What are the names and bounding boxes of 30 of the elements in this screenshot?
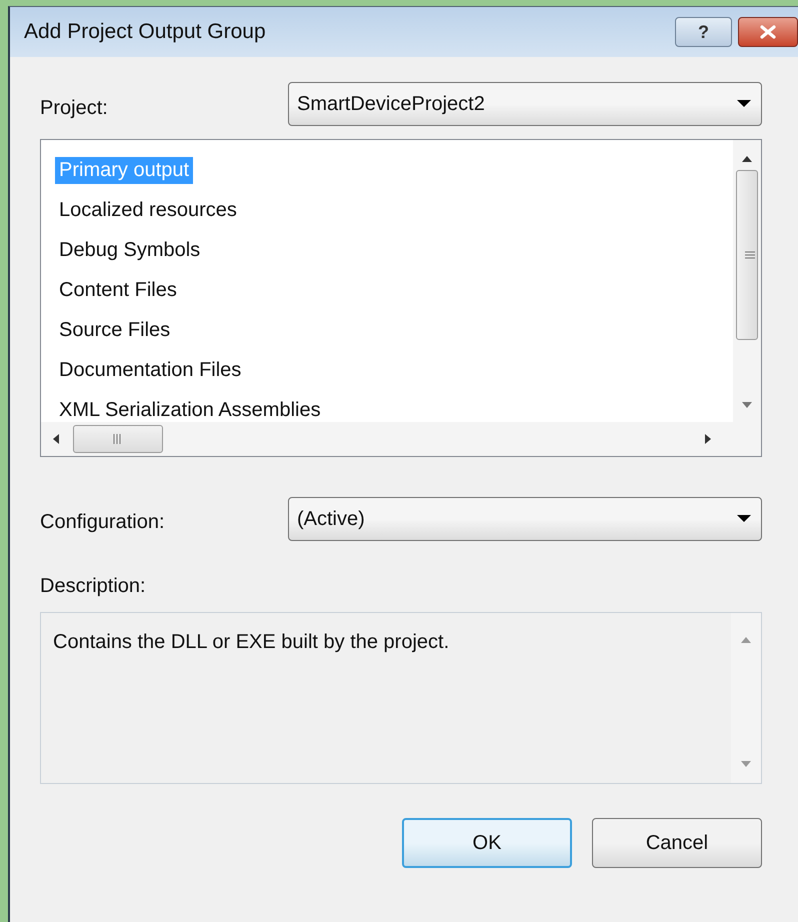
scroll-down-icon (741, 761, 751, 767)
close-button[interactable] (738, 17, 798, 47)
scroll-thumb[interactable] (73, 425, 163, 453)
list-item[interactable]: Debug Symbols (55, 236, 204, 264)
help-button[interactable]: ? (675, 17, 732, 47)
window-title: Add Project Output Group (24, 20, 266, 44)
close-icon (759, 25, 777, 39)
scroll-up-icon (742, 156, 752, 162)
dropdown-arrow-icon (737, 100, 751, 108)
ok-button[interactable]: OK (402, 818, 572, 868)
project-label: Project: (40, 96, 109, 120)
project-dropdown[interactable]: SmartDeviceProject2 (288, 82, 762, 126)
list-item[interactable]: Content Files (55, 276, 181, 304)
scroll-right-icon (705, 434, 711, 444)
scroll-down-icon (742, 402, 752, 408)
configuration-dropdown[interactable]: (Active) (288, 497, 762, 541)
list-item[interactable]: Documentation Files (55, 356, 246, 384)
dropdown-arrow-icon (737, 515, 751, 523)
list-item[interactable]: Source Files (55, 316, 174, 344)
configuration-label: Configuration: (40, 510, 166, 534)
cancel-button[interactable]: Cancel (592, 818, 762, 868)
list-item[interactable]: XML Serialization Assemblies (55, 396, 325, 422)
scroll-up-icon (741, 637, 751, 643)
vertical-scrollbar[interactable] (733, 140, 761, 422)
list-item[interactable]: Localized resources (55, 196, 241, 224)
description-label: Description: (40, 575, 147, 598)
scroll-thumb[interactable] (736, 170, 758, 340)
scroll-left-icon (53, 434, 59, 444)
horizontal-scrollbar[interactable] (41, 422, 761, 456)
description-text: Contains the DLL or EXE built by the project. (52, 630, 450, 655)
